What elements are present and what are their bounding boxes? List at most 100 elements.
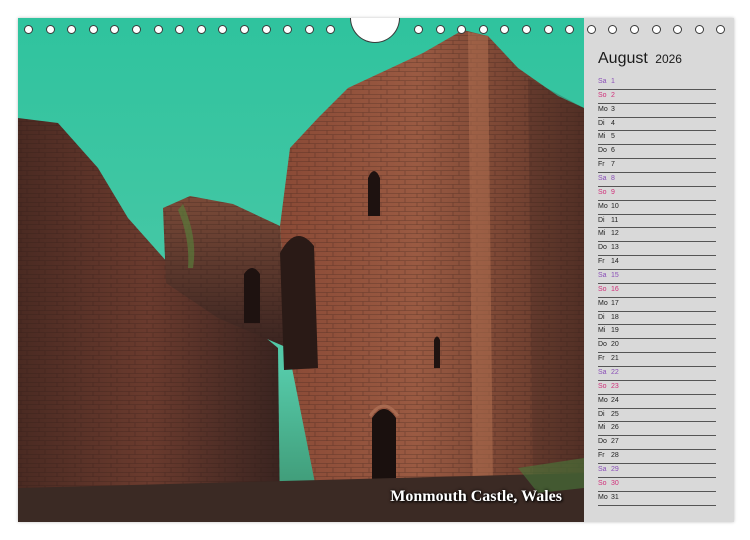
day-row: So 16 [598, 284, 716, 298]
binding-ring [543, 25, 553, 34]
day-number: 20 [611, 341, 619, 349]
day-number: 14 [611, 258, 619, 266]
day-number: 27 [611, 438, 619, 446]
day-number: 29 [611, 466, 619, 474]
binding-ring [326, 25, 336, 34]
binding-ring [196, 25, 206, 34]
day-row: Mo 24 [598, 395, 716, 409]
binding-ring [304, 25, 314, 34]
day-row: Mi 5 [598, 131, 716, 146]
weekday-label: Mi [598, 327, 606, 335]
binding-ring [261, 25, 271, 34]
day-number: 1 [611, 78, 615, 85]
binding-ring [88, 25, 98, 34]
weekday-label: Di [598, 119, 605, 127]
binding-ring [132, 25, 141, 34]
weekday-label: Do [598, 244, 607, 252]
binding-ring [283, 25, 293, 34]
day-number: 9 [611, 188, 615, 196]
day-row: Fr 21 [598, 353, 716, 368]
weekday-label: Fr [598, 452, 605, 460]
day-number: 8 [611, 175, 615, 183]
day-number: 19 [611, 327, 619, 335]
weekday-label: Di [598, 216, 605, 224]
day-number: 28 [611, 452, 619, 460]
weekday-label: So [598, 479, 607, 487]
binding-ring [67, 25, 77, 34]
day-number: 2 [611, 91, 615, 99]
day-row: Di 25 [598, 409, 716, 423]
day-row: Mi 19 [598, 325, 716, 340]
day-row: So 23 [598, 381, 716, 395]
binding-ring [414, 25, 423, 34]
calendar-panel: August 2026 Sa 1 So 2 Mo 3 Di 4 Mi 5 Do 6 Fr 7 Sa 8 So 9 M… [584, 18, 734, 522]
day-number: 22 [611, 369, 619, 377]
binding-ring [586, 25, 596, 34]
day-row: Fr 7 [598, 159, 716, 174]
weekday-label: Sa [598, 466, 607, 474]
day-row: Di 11 [598, 215, 716, 229]
day-number: 24 [611, 396, 619, 404]
day-row: Mo 31 [598, 492, 716, 506]
weekday-label: Fr [598, 355, 605, 363]
day-row: Sa 29 [598, 464, 716, 478]
day-row: Sa 1 [598, 76, 716, 90]
weekday-label: Mi [598, 230, 606, 238]
weekday-label: Mo [598, 396, 608, 404]
day-number: 26 [611, 424, 619, 432]
day-number: 23 [611, 382, 619, 390]
weekday-label: Do [598, 147, 607, 155]
day-row: Mo 17 [598, 298, 716, 312]
weekday-label: Sa [598, 369, 607, 377]
day-number: 6 [611, 147, 615, 155]
weekday-label: So [598, 382, 607, 390]
day-number: 12 [611, 230, 619, 238]
day-number: 13 [611, 244, 619, 252]
day-row: So 30 [598, 478, 716, 492]
binding-ring [457, 25, 467, 34]
day-number: 31 [611, 493, 619, 501]
day-row: Mi 26 [598, 422, 716, 437]
day-row: Fr 28 [598, 450, 716, 465]
weekday-label: Mi [598, 133, 606, 141]
castle-photo: Monmouth Castle, Wales [18, 18, 584, 522]
weekday-label: Mo [598, 202, 608, 210]
day-number: 17 [611, 299, 619, 307]
binding-ring [110, 25, 120, 34]
weekday-label: So [598, 91, 607, 99]
weekday-label: Di [598, 313, 605, 321]
binding-ring [500, 25, 510, 34]
photo-caption: Monmouth Castle, Wales [390, 488, 562, 505]
day-number: 25 [611, 410, 619, 418]
day-row: Fr 14 [598, 256, 716, 271]
weekday-label: Fr [598, 258, 605, 266]
month-year: 2026 [655, 52, 682, 66]
weekday-label: Sa [598, 175, 607, 183]
weekday-label: Do [598, 438, 607, 446]
day-number: 10 [611, 202, 619, 210]
day-row: So 9 [598, 187, 716, 201]
binding-ring [478, 25, 488, 34]
day-number: 11 [611, 216, 619, 224]
day-row: So 2 [598, 90, 716, 104]
day-row: Do 27 [598, 436, 716, 451]
calendar-page: Monmouth Castle, Wales August 2026 Sa 1 So… [18, 18, 734, 522]
binding-ring [522, 25, 531, 34]
binding-ring [175, 25, 185, 34]
binding-ring [240, 25, 249, 34]
binding-ring [565, 25, 575, 34]
weekday-label: Di [598, 410, 605, 418]
binding-ring [716, 25, 726, 34]
day-number: 15 [611, 272, 619, 280]
day-number: 16 [611, 285, 619, 293]
binding-ring [673, 25, 683, 34]
month-title: August 2026 [598, 50, 682, 68]
day-row: Sa 22 [598, 367, 716, 381]
day-list: Sa 1 So 2 Mo 3 Di 4 Mi 5 Do 6 Fr 7 Sa 8 So 9 Mo 10 Di 11 Mi 12 D… [598, 76, 716, 506]
day-row: Do 13 [598, 242, 716, 257]
binding-ring [435, 25, 445, 34]
day-row: Di 18 [598, 312, 716, 326]
binding-ring [153, 25, 163, 34]
day-row: Sa 8 [598, 173, 716, 187]
day-row: Mo 3 [598, 104, 716, 118]
